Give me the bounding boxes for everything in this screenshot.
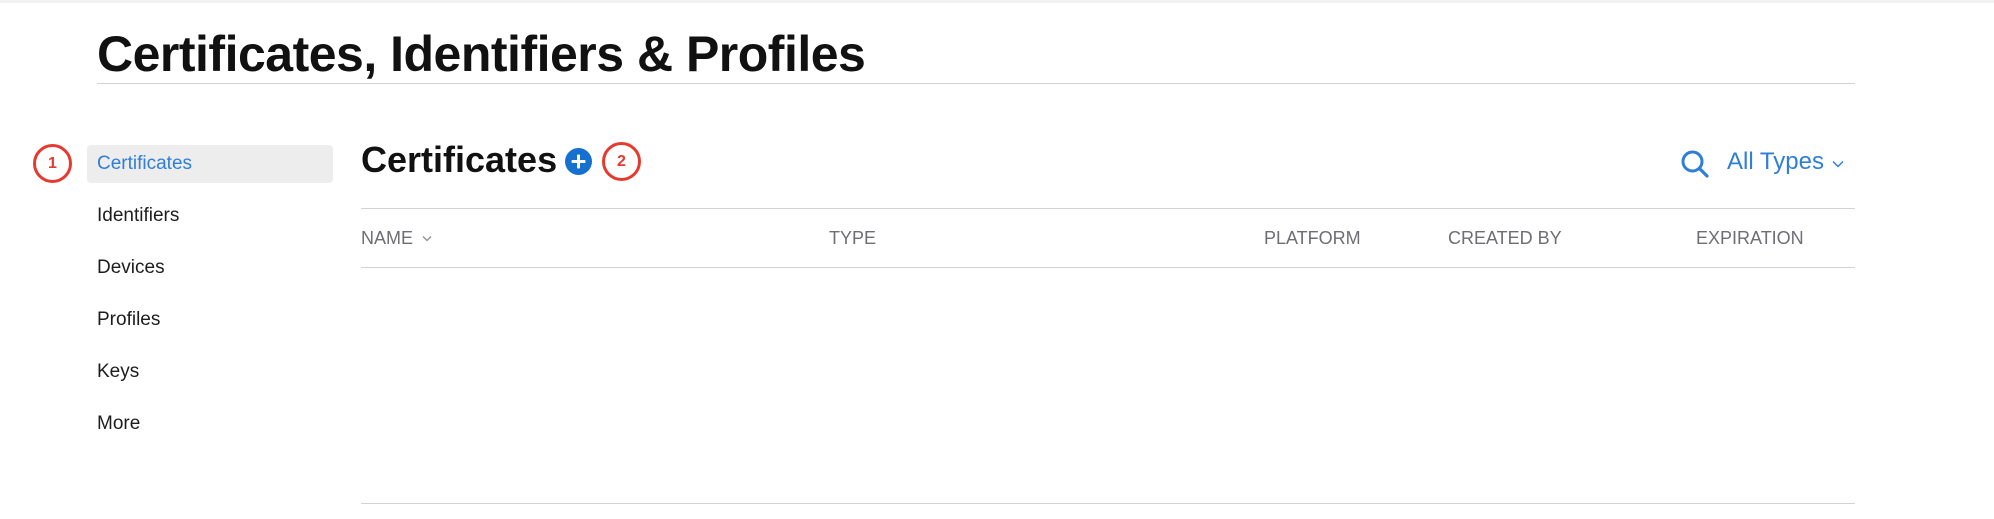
sidebar-item-devices[interactable]: Devices [87, 249, 333, 287]
sidebar-item-identifiers[interactable]: Identifiers [87, 197, 333, 235]
sidebar-item-label: More [97, 413, 141, 434]
sidebar-item-more[interactable]: More [87, 405, 333, 443]
page: Certificates, Identifiers & Profiles 1 C… [0, 0, 1994, 519]
sidebar-item-certificates[interactable]: Certificates [87, 145, 333, 183]
table-top-divider [361, 208, 1855, 209]
sidebar-item-label: Keys [97, 361, 140, 382]
column-header-name[interactable]: NAME [361, 226, 432, 250]
callout-marker-2: 2 [602, 142, 641, 181]
column-header-name-label: NAME [361, 228, 414, 248]
top-divider [0, 0, 1994, 3]
section-title: Certificates [361, 139, 558, 180]
sidebar-item-label: Profiles [97, 309, 161, 330]
sidebar-item-label: Identifiers [97, 205, 180, 226]
sidebar-item-label: Certificates [97, 153, 193, 174]
sidebar-item-keys[interactable]: Keys [87, 353, 333, 391]
search-icon[interactable] [1680, 149, 1710, 179]
column-header-created-by[interactable]: CREATED BY [1448, 226, 1562, 250]
sidebar-item-profiles[interactable]: Profiles [87, 301, 333, 339]
type-filter-label: All Types [1727, 148, 1824, 175]
page-title: Certificates, Identifiers & Profiles [97, 26, 866, 82]
table-header-divider [361, 267, 1855, 268]
title-divider [97, 83, 1855, 84]
callout-marker-1: 1 [33, 144, 72, 183]
column-header-platform[interactable]: PLATFORM [1264, 226, 1361, 250]
column-header-type[interactable]: TYPE [829, 226, 876, 250]
chevron-down-icon [422, 235, 432, 242]
chevron-down-icon [1832, 160, 1844, 168]
type-filter-dropdown[interactable]: All Types [1727, 145, 1844, 179]
plus-circle-icon [571, 154, 586, 169]
table-bottom-divider [361, 503, 1855, 504]
sidebar-item-label: Devices [97, 257, 165, 278]
add-certificate-button[interactable] [565, 148, 592, 175]
sidebar: Certificates Identifiers Devices Profile… [87, 145, 333, 457]
column-header-expiration[interactable]: EXPIRATION [1696, 226, 1804, 250]
